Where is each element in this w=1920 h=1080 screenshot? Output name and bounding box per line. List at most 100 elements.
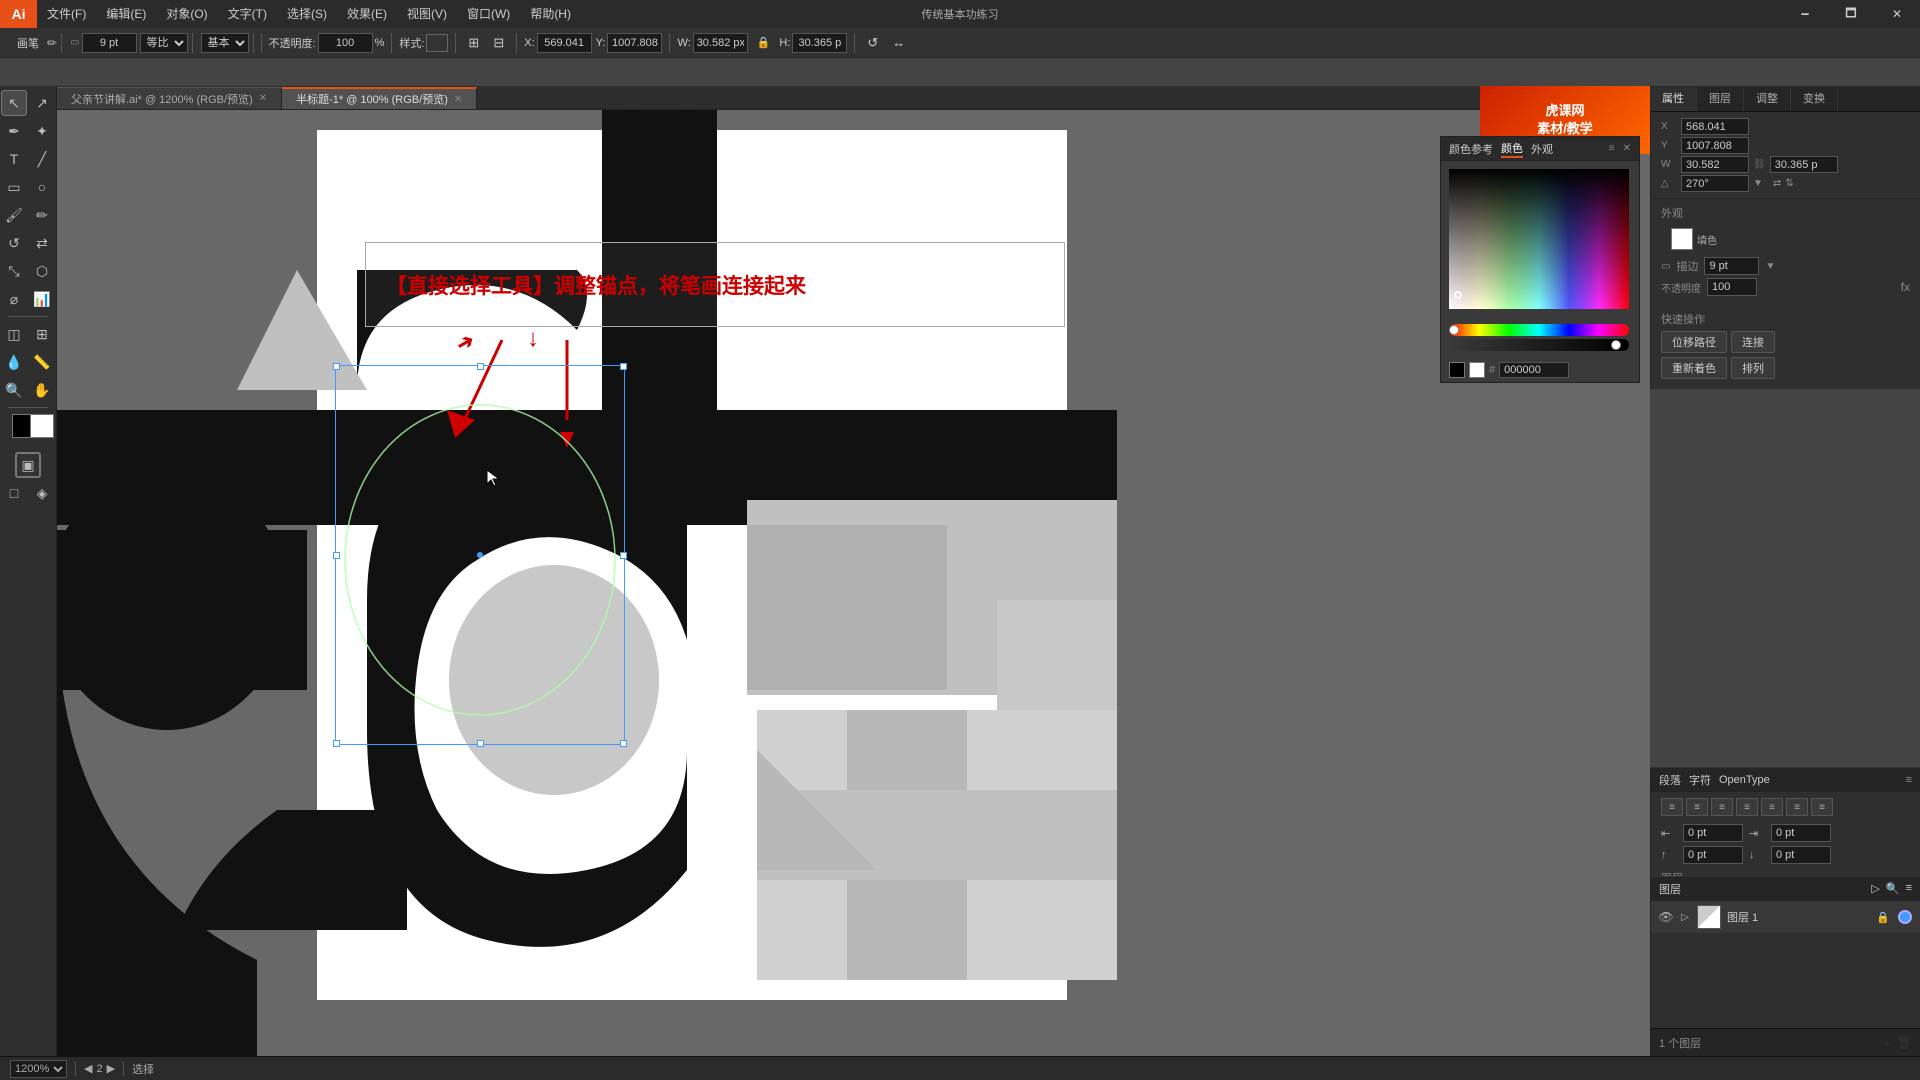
flip-h-icon[interactable]: ⇄ [1773,178,1781,189]
layer-item-1[interactable]: 👁 ▷ 图层 1 🔒 [1651,901,1920,933]
fx-button[interactable]: fx [1901,280,1910,294]
hand-tool[interactable]: ✋ [29,377,55,403]
rotate-tool[interactable]: ↺ [1,230,27,256]
justify-all-btn[interactable]: ≡ [1811,798,1833,816]
menu-view[interactable]: 视图(V) [397,0,457,28]
flip-btn[interactable]: ↔ [887,33,910,52]
constrain-btn[interactable]: 🔒 [752,34,776,51]
previous-color-swatch[interactable] [1469,362,1485,378]
path-offset-btn[interactable]: 位移路径 [1661,331,1727,353]
justify-right-btn[interactable]: ≡ [1786,798,1808,816]
height-input[interactable]: 30.365 p [792,33,847,53]
connect-btn[interactable]: 连接 [1731,331,1775,353]
eyedropper-tool[interactable]: 💧 [1,349,27,375]
direct-selection-tool[interactable]: ↗ [29,90,55,116]
mirror-tool[interactable]: ⇄ [29,230,55,256]
stroke-profile-select[interactable]: 基本 [201,33,249,53]
width-input[interactable]: 30.582 px [693,33,748,53]
stroke-type-select[interactable]: 等比 [140,33,188,53]
menu-help[interactable]: 帮助(H) [520,0,581,28]
drawing-mode[interactable]: ◈ [29,480,55,506]
color-panel-collapse[interactable]: ✕ [1623,143,1631,154]
tab-1[interactable]: 半标题-1* @ 100% (RGB/预览) ✕ [282,87,477,109]
shear-tool[interactable]: ⬡ [29,258,55,284]
fill-box[interactable] [1671,228,1693,250]
scale-tool[interactable]: ⤡ [1,258,27,284]
paintbrush-tool[interactable]: 🖌 [1,202,27,228]
para-more[interactable]: ≡ [1906,774,1912,786]
new-layer-btn[interactable]: + [1884,1036,1891,1050]
opacity-input[interactable]: 100 [318,33,373,53]
color-ref-tab[interactable]: 颜色参考 [1449,141,1493,157]
ts-w-input[interactable]: 30.582 [1681,156,1749,173]
anchor-tool[interactable]: ✦ [29,118,55,144]
stroke-color-box[interactable] [30,414,54,438]
space-after-input[interactable] [1771,846,1831,864]
align-btn[interactable]: ⊞ [463,33,484,53]
opentype-tab[interactable]: OpenType [1719,774,1770,786]
x-input[interactable]: 569.041 [537,33,592,53]
rect-tool[interactable]: ▭ [1,174,27,200]
distribute-btn[interactable]: ⊟ [488,33,509,53]
color-cursor[interactable] [1454,291,1462,299]
view-normal[interactable]: ▣ [15,452,41,478]
align-right-btn[interactable]: ≡ [1711,798,1733,816]
w-link[interactable]: ⛓ [1753,159,1766,170]
hex-input[interactable]: 000000 [1499,362,1569,378]
opacity-prop-input[interactable]: 100 [1707,278,1757,296]
layer-lock-icon[interactable]: 🔒 [1876,911,1890,924]
ts-x-input[interactable]: 568.041 [1681,118,1749,135]
tab-0[interactable]: 父亲节讲解.ai* @ 1200% (RGB/预览) ✕ [57,87,282,109]
recolor-btn[interactable]: 重新着色 [1661,357,1727,379]
layers-more-icon[interactable]: ≡ [1906,882,1912,895]
brush-tool-btn[interactable]: 画笔 [12,33,44,53]
layers-search-icon[interactable]: 🔍 [1886,882,1900,895]
gradient-tool[interactable]: ◫ [1,321,27,347]
y-input[interactable]: 1007.808 [607,33,662,53]
tab-transform[interactable]: 变换 [1791,87,1838,111]
indent-left-input[interactable] [1683,824,1743,842]
appearance-tab[interactable]: 外观 [1531,141,1553,157]
artboard-prev[interactable]: ◀ [84,1062,92,1075]
menu-file[interactable]: 文件(F) [37,0,96,28]
zoom-tool[interactable]: 🔍 [1,377,27,403]
tab-properties[interactable]: 属性 [1650,87,1697,111]
indent-right-input[interactable] [1771,824,1831,842]
type-tool[interactable]: T [1,146,27,172]
layer-expand-arrow[interactable]: ▷ [1679,911,1691,923]
close-button[interactable]: ✕ [1874,0,1920,28]
menu-type[interactable]: 文字(T) [218,0,277,28]
menu-edit[interactable]: 编辑(E) [96,0,156,28]
minimize-button[interactable]: 🗕 [1782,0,1828,28]
alpha-slider[interactable] [1449,339,1629,351]
maximize-button[interactable]: 🗖 [1828,0,1874,28]
measure-tool[interactable]: 📏 [29,349,55,375]
current-color-swatch[interactable] [1449,362,1465,378]
pencil-tool[interactable]: ✏ [29,202,55,228]
menu-object[interactable]: 对象(O) [156,0,217,28]
layer-visibility-icon[interactable]: 👁 [1659,910,1673,924]
color-gradient-picker[interactable] [1449,169,1629,309]
color-panel-more[interactable]: ≡ [1609,143,1615,154]
color-tab-active[interactable]: 颜色 [1501,140,1523,158]
hue-thumb[interactable] [1449,325,1459,335]
layers-expand-icon[interactable]: ▷ [1871,882,1879,895]
delete-layer-btn[interactable]: 🗑 [1897,1036,1912,1050]
rotate-btn[interactable]: ↺ [862,33,883,53]
flip-v-icon[interactable]: ⇅ [1785,178,1793,189]
stroke-weight-input[interactable]: 9 pt [82,33,137,53]
tab-adjustments[interactable]: 调整 [1744,87,1791,111]
artboard-next[interactable]: ▶ [107,1062,115,1075]
char-tab[interactable]: 字符 [1689,772,1711,788]
alpha-thumb[interactable] [1611,340,1621,350]
screen-mode[interactable]: □ [1,480,27,506]
ts-angle-input[interactable] [1681,175,1749,192]
pen-tool[interactable]: ✒ [1,118,27,144]
justify-left-btn[interactable]: ≡ [1736,798,1758,816]
selection-tool[interactable]: ↖ [1,90,27,116]
ellipse-tool[interactable]: ○ [29,174,55,200]
arrange-btn[interactable]: 排列 [1731,357,1775,379]
tab-layers[interactable]: 图层 [1697,87,1744,111]
hue-slider[interactable] [1449,324,1629,336]
tab-0-close[interactable]: ✕ [259,93,267,104]
